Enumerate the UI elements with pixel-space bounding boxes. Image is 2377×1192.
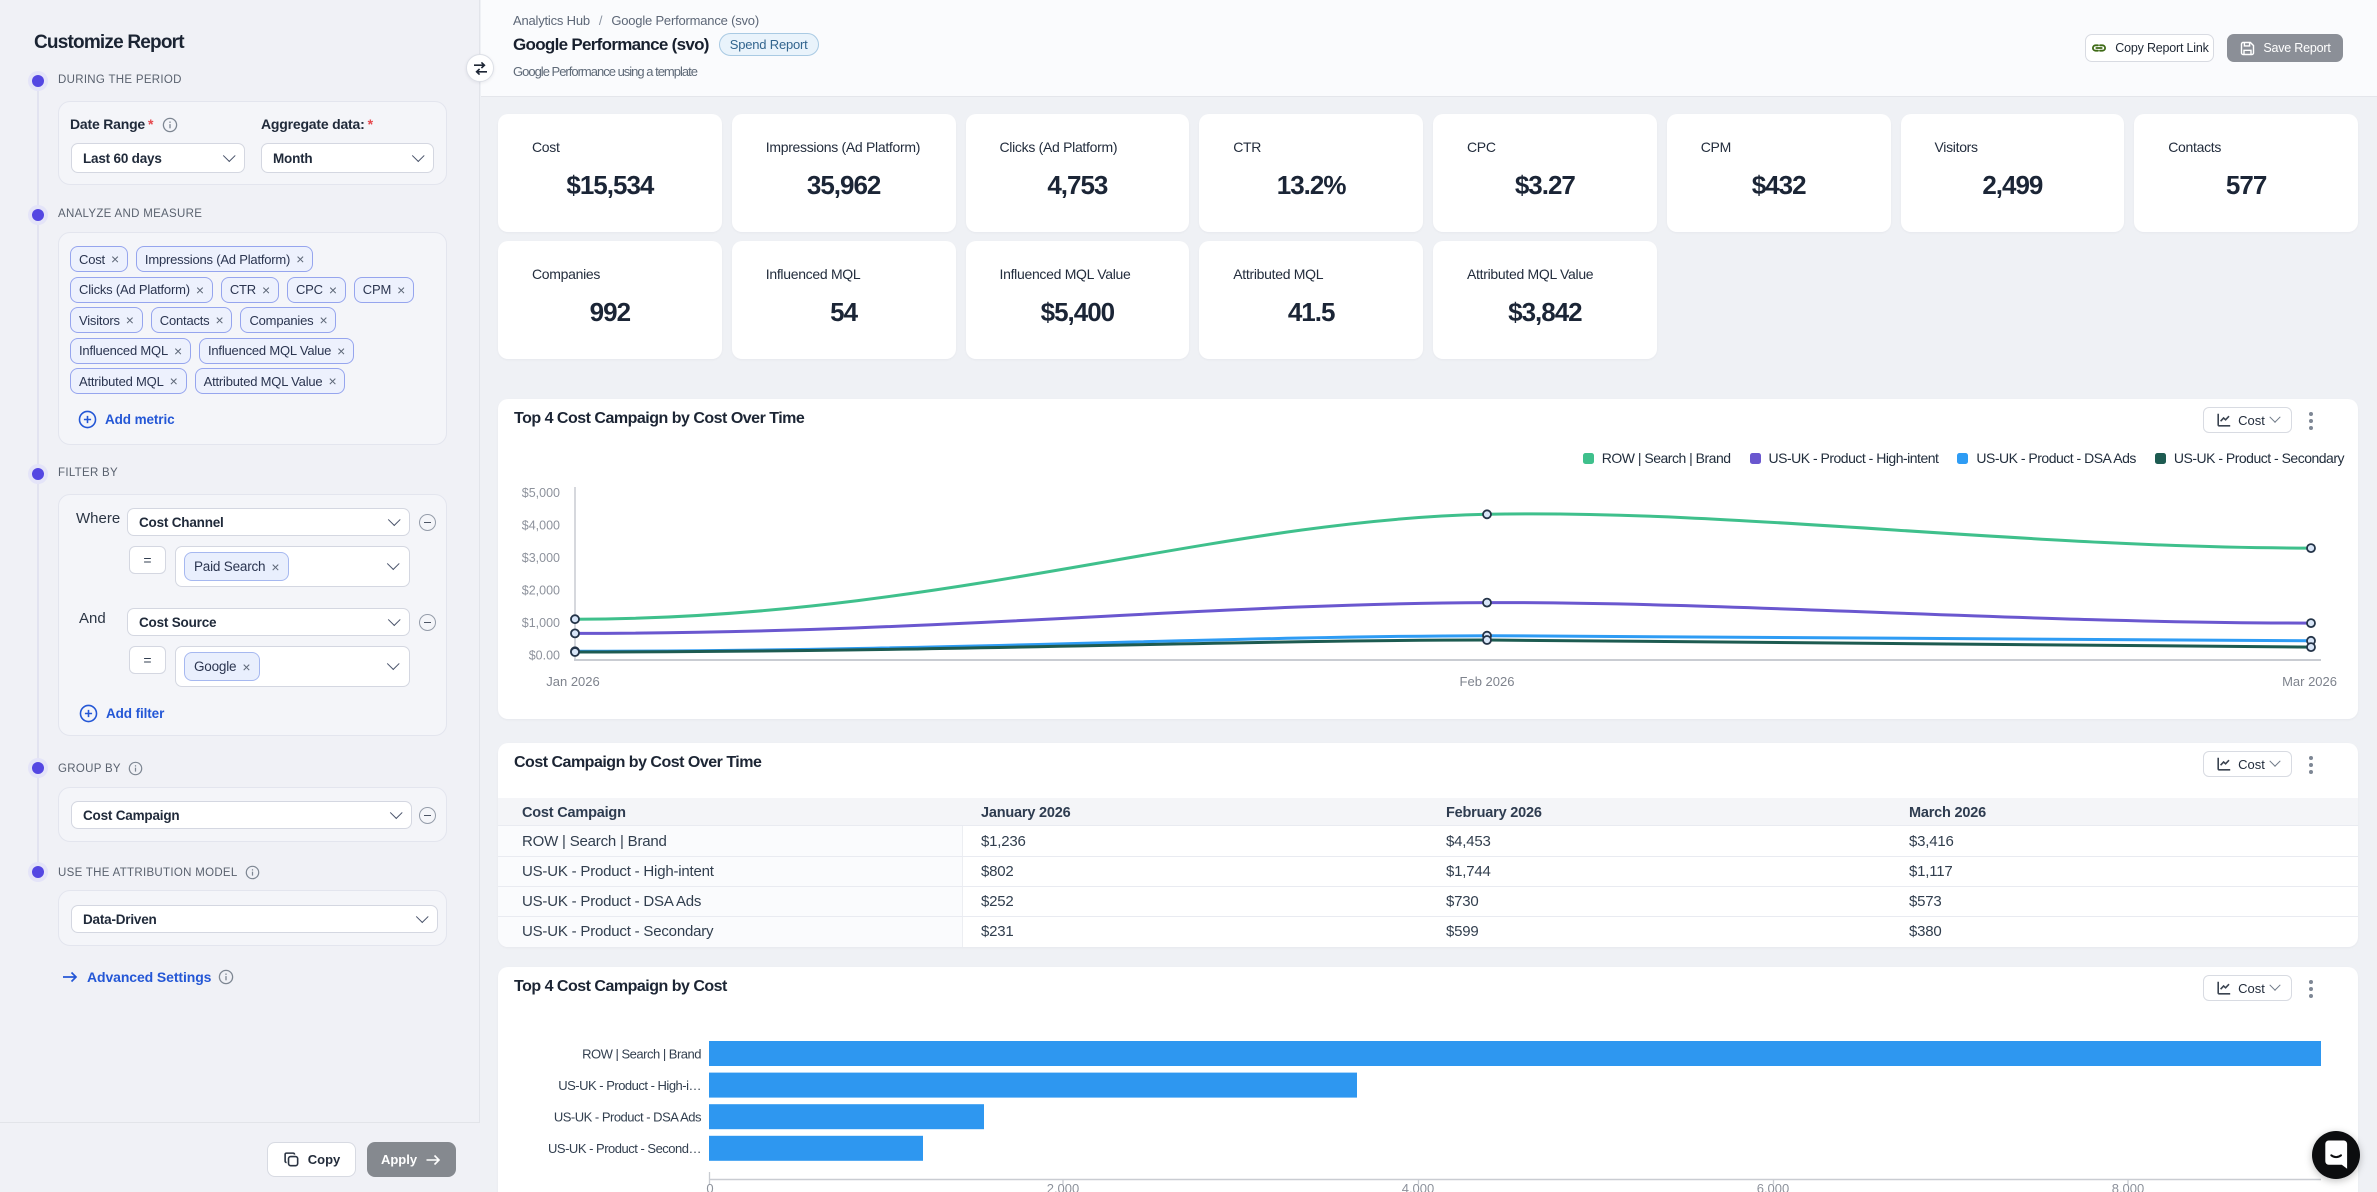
svg-text:Mar 2026: Mar 2026 (2282, 674, 2337, 689)
svg-text:Jan 2026: Jan 2026 (546, 674, 600, 689)
svg-text:US-UK - Product - High-i…: US-UK - Product - High-i… (558, 1078, 701, 1093)
svg-text:$0.00: $0.00 (529, 649, 560, 663)
svg-text:4,000: 4,000 (1402, 1181, 1435, 1192)
svg-text:8,000: 8,000 (2112, 1181, 2145, 1192)
svg-text:$3,000: $3,000 (522, 551, 560, 565)
svg-text:$4,000: $4,000 (522, 519, 560, 533)
svg-text:ROW | Search | Brand: ROW | Search | Brand (582, 1047, 701, 1062)
svg-text:0: 0 (706, 1181, 713, 1192)
svg-text:6,000: 6,000 (1757, 1181, 1790, 1192)
svg-text:2,000: 2,000 (1047, 1181, 1080, 1192)
svg-text:$2,000: $2,000 (522, 584, 560, 598)
svg-text:Feb 2026: Feb 2026 (1460, 674, 1515, 689)
svg-text:$5,000: $5,000 (522, 486, 560, 500)
svg-text:$1,000: $1,000 (522, 616, 560, 630)
svg-text:US-UK - Product - DSA Ads: US-UK - Product - DSA Ads (554, 1110, 702, 1125)
svg-text:US-UK - Product - Second…: US-UK - Product - Second… (548, 1141, 701, 1156)
